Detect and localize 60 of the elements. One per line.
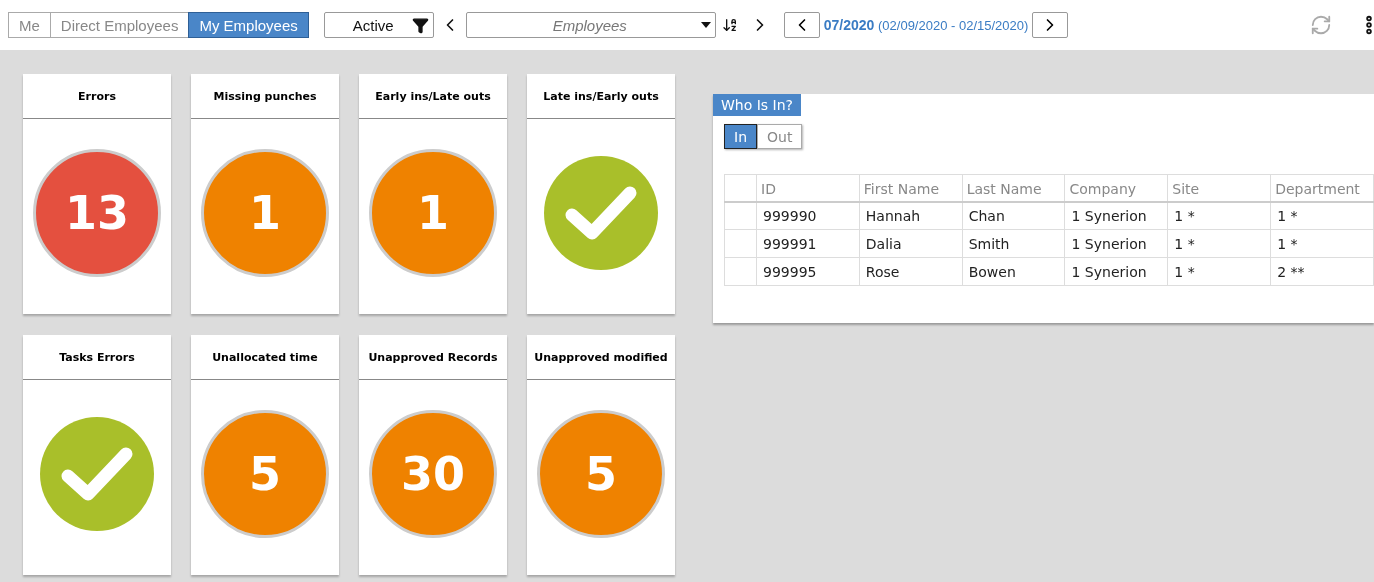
scope-tab[interactable]: Me — [8, 12, 51, 38]
caret-icon — [700, 22, 711, 28]
table-cell: Chan — [962, 201, 1065, 230]
scope-tab[interactable]: Direct Employees — [49, 12, 190, 38]
tile-card[interactable]: Unallocated time 5 — [191, 335, 339, 575]
period-label: 07/2020 (02/09/2020 - 02/15/2020) — [823, 17, 1029, 33]
column-header[interactable]: First Name — [859, 174, 963, 202]
count-badge: 1 — [201, 148, 329, 277]
count-badge: 5 — [537, 409, 665, 538]
tile-title: Tasks Errors — [23, 335, 171, 380]
table-cell: 1 * — [1270, 201, 1374, 230]
column-header[interactable]: ID — [756, 174, 860, 202]
in-out-toggle[interactable]: In — [724, 124, 757, 149]
table-cell: 1 * — [1167, 229, 1271, 258]
tile-title: Errors — [23, 74, 171, 119]
tile-card[interactable]: Unapproved Records 30 — [359, 335, 507, 575]
table-cell: 1 * — [1167, 257, 1271, 286]
tile-title: Late ins/Early outs — [527, 74, 675, 119]
tile-card[interactable]: Missing punches 1 — [191, 74, 339, 314]
next-period-button[interactable] — [1032, 12, 1069, 38]
table-cell: 999995 — [756, 257, 860, 286]
table-cell: Dalia — [859, 229, 963, 258]
employee-select[interactable]: Employees — [465, 12, 716, 38]
tile-title: Unapproved modified — [527, 335, 675, 380]
tile-title: Unallocated time — [191, 335, 339, 380]
table-cell: Rose — [859, 257, 963, 286]
table-cell: Hannah — [859, 201, 963, 230]
table-cell: 2 ** — [1270, 257, 1374, 286]
table-cell: 1 * — [1270, 229, 1374, 258]
column-header[interactable]: Site — [1167, 174, 1271, 202]
count-badge: 1 — [369, 148, 497, 277]
count-badge: 13 — [33, 148, 161, 277]
sort-icon[interactable] — [721, 17, 738, 33]
column-header[interactable]: Last Name — [962, 174, 1065, 202]
table-cell: 1 Synerion — [1065, 201, 1168, 230]
count-badge: 30 — [369, 409, 497, 538]
previous-period-button[interactable] — [783, 12, 820, 38]
table-cell: 1 Synerion — [1065, 257, 1168, 286]
tile-card[interactable]: Unapproved modified 5 — [527, 335, 675, 575]
table-cell: Bowen — [962, 257, 1065, 286]
in-out-toggle[interactable]: Out — [757, 124, 803, 149]
panel-title: Who Is In? — [713, 94, 802, 116]
count-badge: 5 — [201, 409, 329, 538]
status-filter[interactable]: Active — [323, 12, 434, 38]
tile-title: Early ins/Late outs — [359, 74, 507, 119]
tile-title: Missing punches — [191, 74, 339, 119]
table-cell: 1 Synerion — [1065, 229, 1168, 258]
tile-title: Unapproved Records — [359, 335, 507, 380]
table-cell: Smith — [962, 229, 1065, 258]
tile-card[interactable]: Errors 13 — [23, 74, 171, 314]
tile-card[interactable]: Tasks Errors — [23, 335, 171, 575]
column-header[interactable]: Department — [1270, 174, 1374, 202]
column-header[interactable]: Company — [1065, 174, 1168, 202]
tile-card[interactable]: Early ins/Late outs 1 — [359, 74, 507, 314]
table-cell: 999990 — [756, 201, 860, 230]
filter-icon — [411, 16, 429, 34]
table-cell: 999991 — [756, 229, 860, 258]
tile-card[interactable]: Late ins/Early outs — [527, 74, 675, 314]
table-cell: 1 * — [1167, 201, 1271, 230]
scope-tab[interactable]: My Employees — [188, 12, 309, 38]
